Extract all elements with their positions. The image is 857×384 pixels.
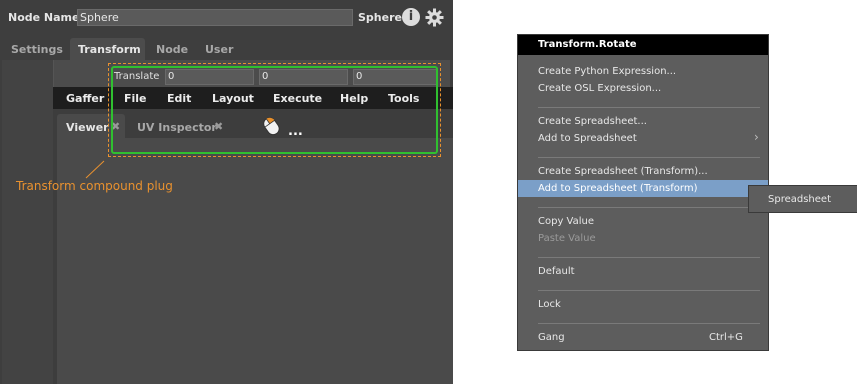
menu-item-add-to-spreadsheet-transform[interactable]: Add to Spreadsheet (Transform)	[538, 183, 697, 194]
menu-item-create-python-expression[interactable]: Create Python Expression...	[538, 66, 676, 77]
menu-item-copy-value[interactable]: Copy Value	[538, 216, 594, 227]
submenu-item-spreadsheet[interactable]: Spreadsheet	[768, 194, 831, 205]
menu-item-gang[interactable]: Gang	[538, 332, 565, 343]
context-menu-title: Transform.Rotate	[538, 39, 637, 50]
menu-separator	[538, 207, 760, 208]
menu-separator	[538, 257, 760, 258]
menu-item-lock[interactable]: Lock	[538, 299, 561, 310]
node-editor-panel: Node Name Sphere Sphere i Settings Trans…	[0, 0, 453, 384]
gang-shortcut: Ctrl+G	[709, 332, 743, 343]
menu-separator	[538, 157, 760, 158]
annotation-label: Transform compound plug	[16, 179, 173, 193]
submenu-chevron-icon: ›	[754, 130, 759, 144]
menu-separator	[538, 107, 760, 108]
menu-item-create-spreadsheet[interactable]: Create Spreadsheet...	[538, 116, 647, 127]
menu-item-add-to-spreadsheet[interactable]: Add to Spreadsheet	[538, 133, 637, 144]
menu-separator	[538, 290, 760, 291]
menu-separator	[538, 323, 760, 324]
menu-item-paste-value: Paste Value	[538, 233, 596, 244]
menu-item-create-osl-expression[interactable]: Create OSL Expression...	[538, 83, 661, 94]
menu-item-create-spreadsheet-transform[interactable]: Create Spreadsheet (Transform)...	[538, 166, 708, 177]
menu-item-default[interactable]: Default	[538, 266, 575, 277]
plug-context-menu: Transform.Rotate Create Python Expressio…	[517, 34, 769, 351]
spreadsheet-submenu: Spreadsheet	[748, 185, 857, 213]
